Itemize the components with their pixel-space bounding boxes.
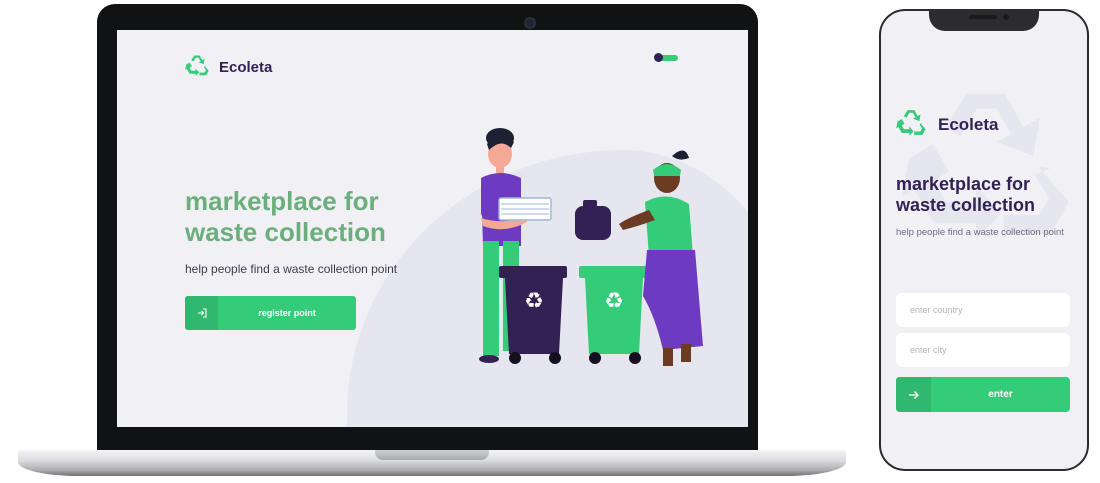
register-point-button[interactable]: register point <box>185 296 356 330</box>
brand-name: Ecoleta <box>219 59 273 76</box>
phone-camera <box>1003 14 1009 20</box>
sign-in-icon <box>185 296 218 330</box>
recycling-illustration: ♻ ♻ <box>479 128 703 366</box>
desktop-screen: Ecoleta marketplace for waste collection… <box>117 30 748 427</box>
toggle-knob <box>654 53 663 62</box>
hero-subtitle: help people find a waste collection poin… <box>185 262 398 276</box>
arrow-right-icon <box>896 377 931 412</box>
desktop-logo[interactable]: Ecoleta <box>185 54 272 81</box>
laptop-hinge-notch <box>375 450 489 460</box>
dark-bin: ♻ <box>499 266 567 364</box>
enter-button[interactable]: enter <box>896 377 1070 412</box>
register-point-label: register point <box>258 308 316 318</box>
recycle-icon <box>896 108 926 141</box>
recycle-icon <box>185 54 209 81</box>
svg-text:♻: ♻ <box>604 289 624 314</box>
mobile-headline: marketplace for waste collection <box>896 174 1036 215</box>
enter-label: enter <box>988 389 1013 400</box>
recycle-watermark-icon <box>902 93 1069 239</box>
hero-headline: marketplace for waste collection <box>185 186 386 247</box>
green-bin: ♻ <box>579 266 649 364</box>
brand-name: Ecoleta <box>938 114 999 134</box>
laptop-camera <box>526 19 534 27</box>
city-input[interactable] <box>896 333 1070 367</box>
mobile-subtitle: help people find a waste collection poin… <box>896 227 1064 238</box>
svg-text:♻: ♻ <box>524 289 544 314</box>
country-input[interactable] <box>896 293 1070 327</box>
phone-notch <box>929 11 1039 31</box>
mobile-logo[interactable]: Ecoleta <box>896 108 998 141</box>
phone-speaker <box>969 15 997 19</box>
theme-toggle[interactable] <box>654 53 678 62</box>
mobile-screen: Ecoleta marketplace for waste collection… <box>879 9 1089 471</box>
